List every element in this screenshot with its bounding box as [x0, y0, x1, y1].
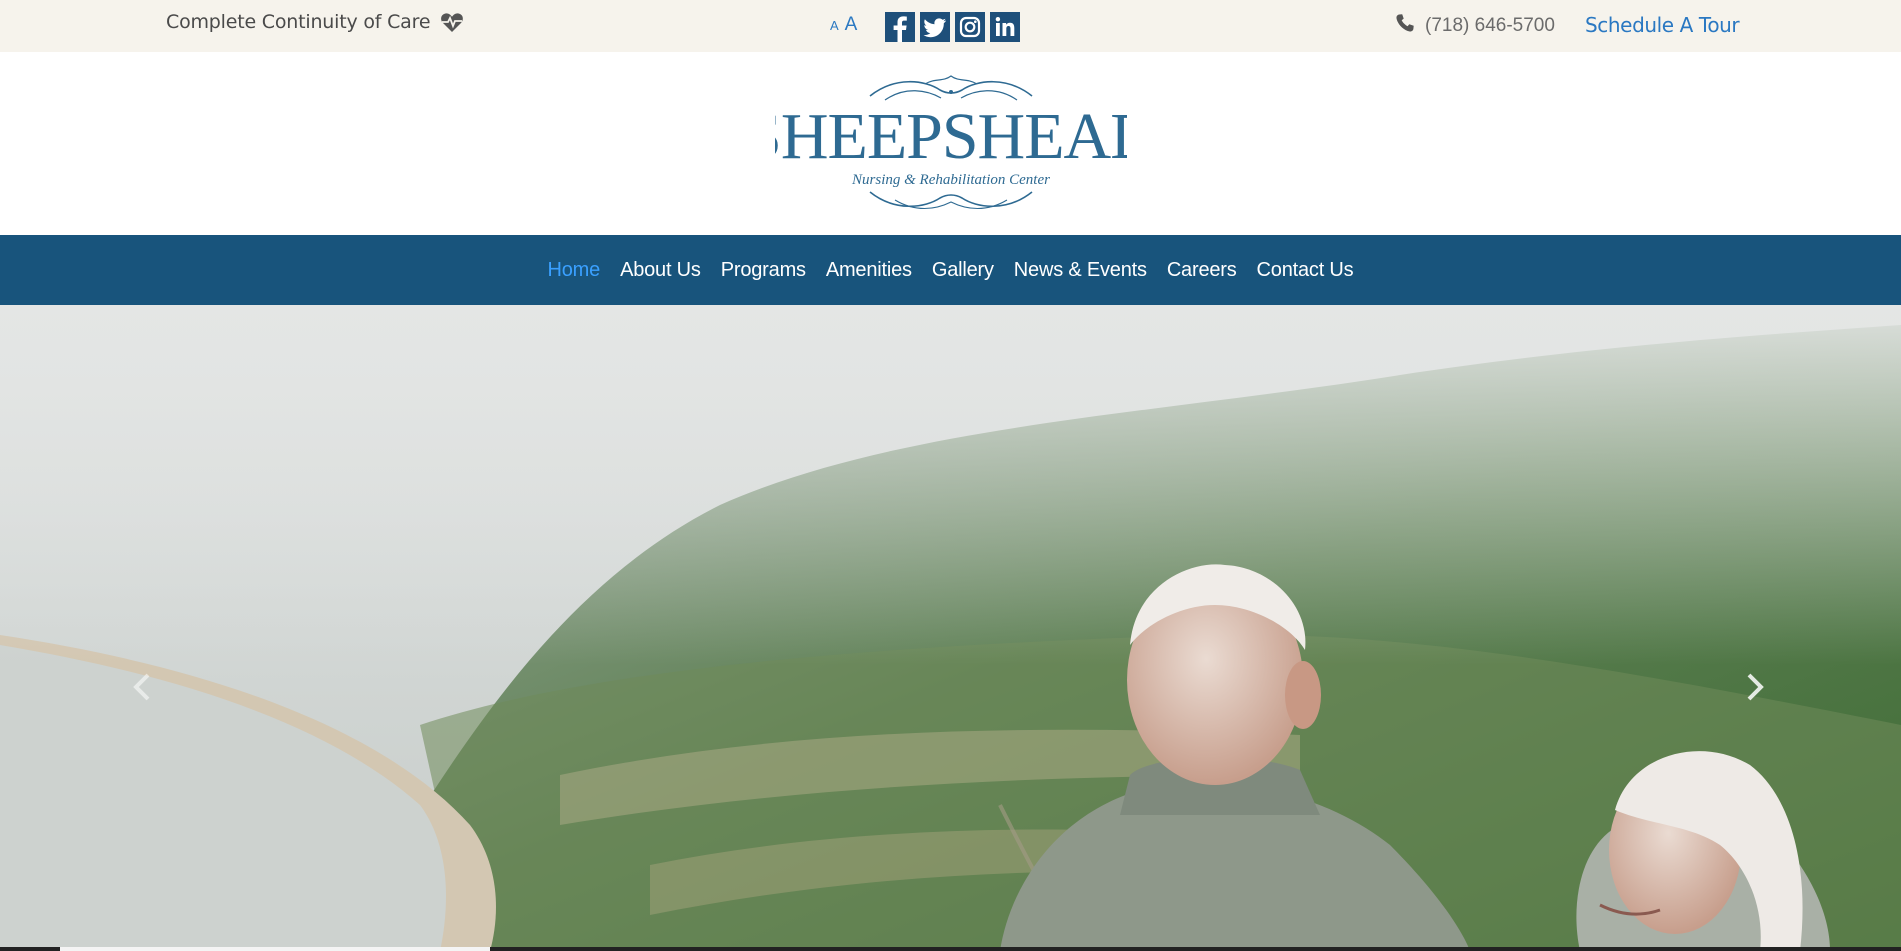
hero-image — [0, 305, 1901, 951]
font-decrease-button[interactable]: A — [830, 18, 839, 33]
logo-name: SHEEPSHEAD — [775, 100, 1127, 173]
slide-indicator[interactable] — [490, 947, 920, 951]
slide-indicator-active[interactable] — [60, 947, 490, 951]
nav-item-about-us[interactable]: About Us — [620, 259, 701, 282]
logo-subtitle: Nursing & Rehabilitation Center — [851, 172, 1050, 188]
linkedin-icon[interactable] — [990, 12, 1020, 42]
tagline-text: Complete Continuity of Care — [166, 11, 431, 33]
nav-item-careers[interactable]: Careers — [1167, 259, 1237, 282]
social-links — [885, 12, 1020, 42]
slider-indicators — [0, 947, 1901, 951]
svg-text:Nursing & Rehabilitation Cente: Nursing & Rehabilitation Center — [851, 172, 1050, 188]
nav-item-home[interactable]: Home — [548, 259, 601, 282]
logo-header: SHEEPSHEAD Nursing & Rehabilitation Cent… — [0, 52, 1901, 235]
instagram-icon[interactable] — [955, 12, 985, 42]
chevron-right-icon — [1747, 673, 1764, 701]
nav-item-programs[interactable]: Programs — [721, 259, 806, 282]
twitter-icon[interactable] — [920, 12, 950, 42]
nav-item-news-events[interactable]: News & Events — [1014, 259, 1147, 282]
font-size-controls: A A — [830, 14, 857, 36]
slide-indicator[interactable] — [0, 947, 60, 951]
nav-item-gallery[interactable]: Gallery — [932, 259, 994, 282]
facebook-icon[interactable] — [885, 12, 915, 42]
top-utility-bar: Complete Continuity of Care A A (718) 64… — [0, 0, 1901, 52]
nav-list: Home About Us Programs Amenities Gallery… — [548, 259, 1354, 282]
slider-next-button[interactable] — [1740, 662, 1770, 712]
font-increase-button[interactable]: A — [845, 14, 858, 36]
phone-contact[interactable]: (718) 646-5700 — [1395, 13, 1555, 39]
slide-indicator[interactable] — [920, 947, 1901, 951]
sheepshead-logo[interactable]: SHEEPSHEAD Nursing & Rehabilitation Cent… — [745, 72, 1158, 217]
nav-item-contact-us[interactable]: Contact Us — [1257, 259, 1354, 282]
heartbeat-icon — [440, 11, 464, 33]
slider-prev-button[interactable] — [127, 662, 157, 712]
logo-wordmark: SHEEPSHEAD — [775, 100, 1127, 173]
chevron-left-icon — [133, 673, 150, 701]
hero-slider — [0, 305, 1901, 951]
tagline: Complete Continuity of Care — [166, 11, 464, 33]
main-navigation: Home About Us Programs Amenities Gallery… — [0, 235, 1901, 305]
phone-number: (718) 646-5700 — [1425, 15, 1555, 36]
schedule-tour-link[interactable]: Schedule A Tour — [1585, 13, 1740, 37]
phone-icon — [1395, 13, 1415, 39]
nav-item-amenities[interactable]: Amenities — [826, 259, 912, 282]
